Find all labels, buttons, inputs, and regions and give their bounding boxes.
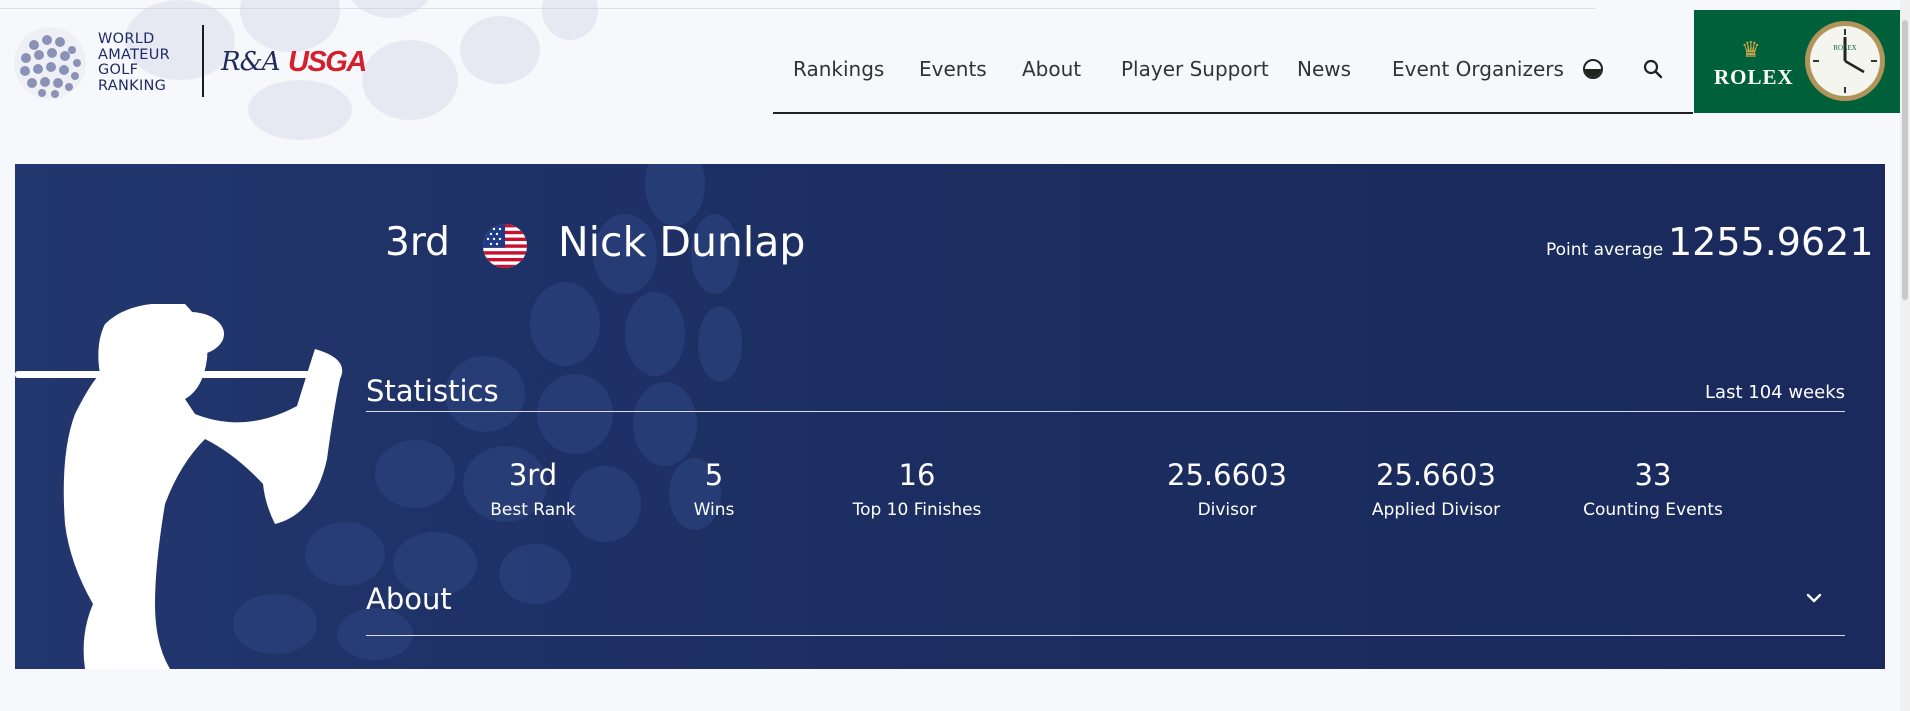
rolex-wordmark: ROLEX	[1714, 65, 1794, 89]
logo-divider	[202, 25, 204, 97]
clock-icon: ROLEX	[1805, 21, 1885, 101]
stat-label: Top 10 Finishes	[852, 500, 982, 520]
stat-value: 3rd	[508, 458, 558, 492]
nav-news[interactable]: News	[1297, 57, 1351, 81]
chevron-down-icon[interactable]	[1805, 589, 1823, 607]
rolex-sponsor[interactable]: ♛ ROLEX ROLEX	[1694, 10, 1900, 113]
stat-label: Best Rank	[490, 500, 576, 520]
usga-logo[interactable]: USGA	[288, 46, 367, 79]
stat-applied-divisor: 25.6603 Applied Divisor	[1372, 458, 1500, 520]
stat-value: 16	[898, 458, 936, 492]
point-average-label: Point average	[1546, 240, 1664, 260]
stat-wins: 5 Wins	[694, 458, 735, 520]
nav-about[interactable]: About	[1022, 57, 1081, 81]
statistics-divider	[366, 411, 1845, 412]
clock-brand: ROLEX	[1833, 44, 1856, 52]
stat-counting-events: 33 Counting Events	[1583, 458, 1723, 520]
wagr-logo-text: WORLD AMATEUR GOLF RANKING	[98, 31, 171, 94]
stat-label: Divisor	[1197, 500, 1257, 520]
player-rank: 3rd	[385, 220, 450, 265]
nav-rankings[interactable]: Rankings	[793, 57, 884, 81]
player-banner: 3rd Nick Dunlap Point average 1255.9621 …	[15, 164, 1885, 669]
stat-label: Applied Divisor	[1371, 500, 1501, 520]
crown-icon: ♛	[1741, 38, 1761, 63]
stat-value: 25.6603	[1376, 458, 1496, 492]
player-name: Nick Dunlap	[558, 218, 806, 266]
stat-value: 5	[704, 458, 724, 492]
logo-line: WORLD	[98, 31, 155, 47]
golfer-silhouette	[15, 304, 343, 669]
search-icon[interactable]	[1642, 58, 1664, 80]
stat-best-rank: 3rd Best Rank	[490, 458, 576, 520]
nav-underline	[773, 112, 1693, 114]
point-average-value: 1255.9621	[1668, 220, 1874, 264]
stat-top-10: 16 Top 10 Finishes	[853, 458, 982, 520]
stat-label: Wins	[693, 500, 735, 520]
nav-player-support[interactable]: Player Support	[1121, 57, 1269, 81]
about-divider	[366, 635, 1845, 636]
golf-ball-logo-icon	[14, 27, 86, 99]
wagr-logo[interactable]: WORLD AMATEUR GOLF RANKING	[12, 25, 170, 101]
about-heading[interactable]: About	[366, 582, 452, 616]
usa-flag-icon	[483, 224, 527, 268]
ra-logo[interactable]: R&A	[221, 47, 280, 77]
nav-event-organizers[interactable]: Event Organizers	[1392, 57, 1564, 81]
statistics-heading: Statistics	[366, 374, 499, 408]
logo-line: GOLF	[98, 62, 139, 78]
scrollbar-thumb[interactable]	[1902, 20, 1908, 300]
stat-label: Counting Events	[1583, 500, 1723, 520]
nav-events[interactable]: Events	[919, 57, 987, 81]
stat-divisor: 25.6603 Divisor	[1167, 458, 1287, 520]
stat-value: 33	[1634, 458, 1672, 492]
statistics-period: Last 104 weeks	[1705, 382, 1845, 403]
main-nav: Rankings Events About Player Support New…	[773, 40, 1693, 100]
theme-toggle-icon[interactable]	[1582, 58, 1604, 80]
logo-line: RANKING	[98, 77, 167, 94]
logo-line: AMATEUR	[98, 46, 171, 63]
stat-value: 25.6603	[1167, 458, 1287, 492]
